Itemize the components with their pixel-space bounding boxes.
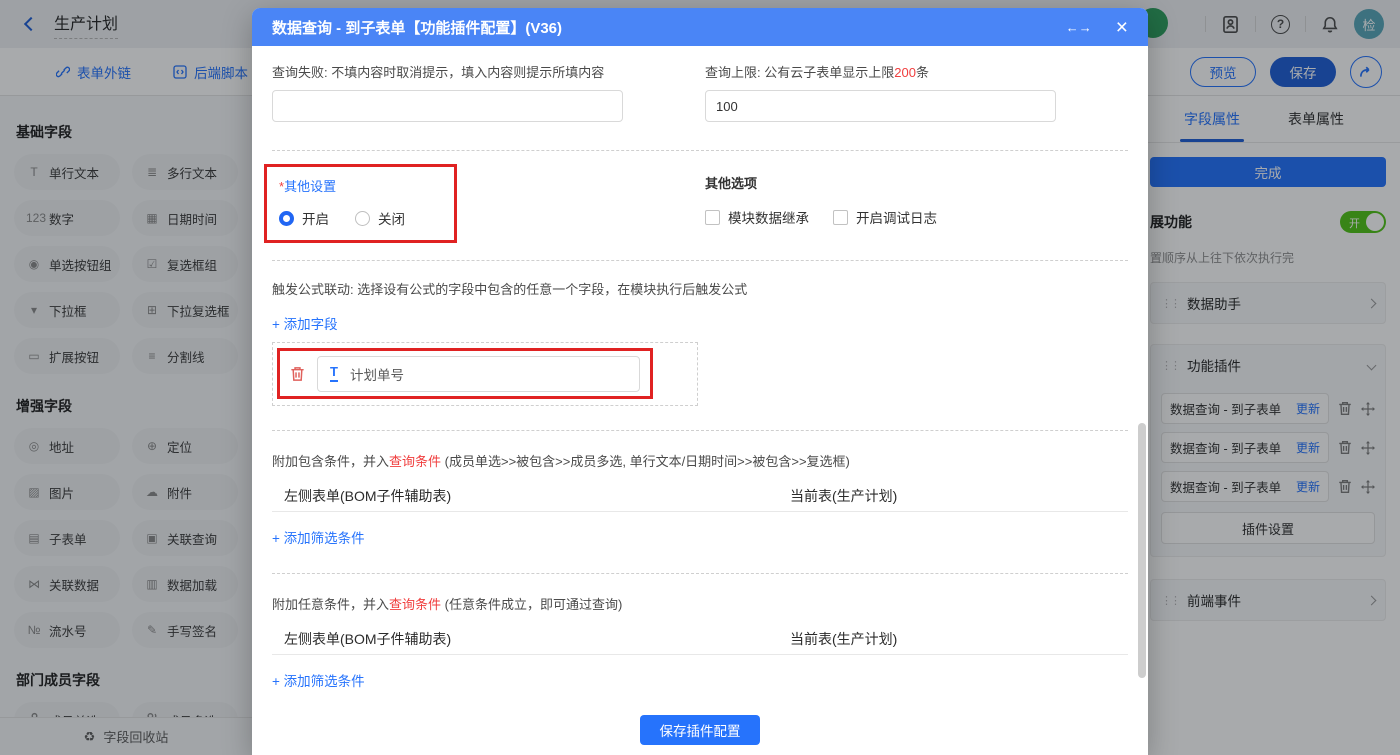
checkbox-icon [833, 209, 848, 225]
add-field-link[interactable]: + 添加字段 [272, 313, 338, 333]
query-condition-link[interactable]: 查询条件 [389, 597, 441, 612]
include-condition-desc: 附加包含条件，并入查询条件 (成员单选>>被包含>>成员多选, 单行文本/日期时… [272, 454, 850, 469]
query-fail-input[interactable] [272, 90, 623, 122]
save-plugin-config-button[interactable]: 保存插件配置 [640, 715, 760, 745]
any-condition-desc: 附加任意条件，并入查询条件 (任意条件成立，即可通过查询) [272, 597, 623, 612]
formula-field-name: 计划单号 [349, 367, 404, 383]
current-form-header: 当前表(生产计划) [790, 631, 898, 647]
limit-highlight: 200 [894, 65, 916, 80]
single-line-text-icon: T [330, 365, 338, 382]
include-condition-headers: 左侧表单(BOM子件辅助表) 当前表(生产计划) [272, 478, 1128, 512]
resize-icon[interactable]: ←→ [1066, 20, 1092, 35]
modal-title: 数据查询 - 到子表单【功能插件配置】(V36) [272, 19, 563, 37]
checkbox-debug-log[interactable]: 开启调试日志 [833, 207, 937, 227]
divider [272, 260, 1128, 261]
query-limit-input[interactable] [705, 90, 1056, 122]
formula-fields-container: T 计划单号 [272, 342, 698, 406]
divider [272, 150, 1128, 151]
other-settings-label: 其他设置 [284, 179, 337, 194]
modal-header: 数据查询 - 到子表单【功能插件配置】(V36) ←→ × [252, 8, 1148, 46]
radio-on-icon [279, 210, 294, 226]
divider [272, 430, 1128, 431]
checkbox-icon [705, 209, 720, 225]
query-limit-label: 查询上限: 公有云子表单显示上限200条 [705, 65, 929, 80]
other-options-label: 其他选项 [705, 176, 758, 191]
query-condition-link[interactable]: 查询条件 [389, 454, 441, 469]
modal-scrollbar[interactable] [1138, 423, 1146, 678]
plugin-config-modal: 数据查询 - 到子表单【功能插件配置】(V36) ←→ × 查询失败: 不填内容… [252, 8, 1148, 755]
formula-field-chip[interactable]: T 计划单号 [317, 355, 640, 392]
formula-trigger-desc: 触发公式联动: 选择设有公式的字段中包含的任意一个字段，在模块执行后触发公式 [272, 282, 748, 297]
radio-enable[interactable]: 开启 [279, 208, 329, 228]
modal-footer: 保存插件配置 [252, 705, 1148, 755]
modal-body: 查询失败: 不填内容时取消提示，填入内容则提示所填内容 查询上限: 公有云子表单… [252, 46, 1148, 705]
query-fail-label: 查询失败: 不填内容时取消提示，填入内容则提示所填内容 [272, 65, 605, 80]
close-icon[interactable]: × [1116, 17, 1128, 38]
delete-field-icon[interactable] [290, 366, 305, 382]
left-form-header: 左侧表单(BOM子件辅助表) [284, 631, 452, 647]
current-form-header: 当前表(生产计划) [790, 488, 898, 504]
left-form-header: 左侧表单(BOM子件辅助表) [284, 488, 452, 504]
checkbox-module-inherit[interactable]: 模块数据继承 [705, 207, 809, 227]
annotation-box-field: T 计划单号 [277, 348, 653, 399]
radio-disable[interactable]: 关闭 [355, 208, 405, 228]
radio-off-icon [355, 210, 370, 226]
annotation-box-other-settings: *其他设置 开启 关闭 [264, 164, 457, 243]
any-condition-headers: 左侧表单(BOM子件辅助表) 当前表(生产计划) [272, 621, 1128, 655]
divider [272, 573, 1128, 574]
add-filter-link[interactable]: + 添加筛选条件 [272, 670, 365, 690]
add-filter-link[interactable]: + 添加筛选条件 [272, 527, 365, 547]
